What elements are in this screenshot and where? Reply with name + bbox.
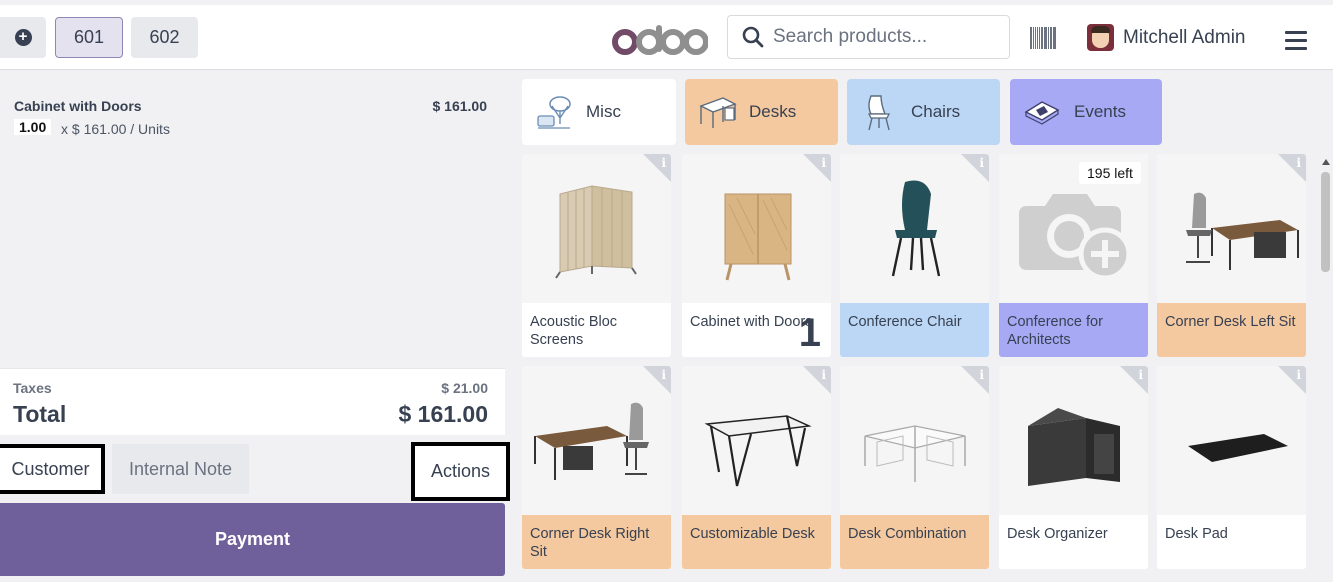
- product-card[interactable]: Customizable Desk i: [682, 366, 831, 569]
- chair-category-icon: [867, 95, 891, 131]
- hamburger-menu-icon[interactable]: [1285, 31, 1307, 55]
- new-order-button[interactable]: +: [0, 17, 46, 58]
- ticket-category-icon: [1024, 101, 1060, 125]
- internal-note-button[interactable]: Internal Note: [112, 444, 249, 494]
- info-icon[interactable]: [961, 366, 989, 394]
- stock-badge: 195 left: [1079, 162, 1141, 184]
- info-icon-glyph: i: [821, 156, 826, 170]
- product-card[interactable]: Corner Desk Left Sit i: [1157, 154, 1306, 357]
- product-name: Desk Combination: [840, 515, 989, 569]
- info-icon[interactable]: [1278, 154, 1306, 182]
- customer-button[interactable]: Customer: [0, 444, 105, 494]
- total-value: $ 161.00: [398, 401, 488, 427]
- conference-chair-image: [891, 180, 940, 276]
- product-scrollbar[interactable]: [1318, 157, 1332, 582]
- info-icon[interactable]: [961, 154, 989, 182]
- info-icon-glyph: i: [1296, 156, 1301, 170]
- info-icon[interactable]: [803, 366, 831, 394]
- order-line-unit-price: x $ 161.00 / Units: [61, 121, 170, 137]
- search-input[interactable]: [773, 26, 993, 48]
- category-chairs[interactable]: Chairs: [847, 79, 1000, 145]
- category-label: Chairs: [911, 102, 961, 121]
- product-name: Acoustic Bloc Screens: [522, 303, 671, 357]
- cabinet-image: [724, 193, 791, 280]
- info-icon-glyph: i: [661, 156, 666, 170]
- desk-combination-image: [863, 424, 966, 482]
- product-name: Customizable Desk: [682, 515, 831, 569]
- category-events[interactable]: Events: [1010, 79, 1162, 145]
- product-card[interactable]: Desk Pad i: [1157, 366, 1306, 569]
- order-totals: Taxes $ 21.00 Total $ 161.00: [0, 368, 505, 435]
- search-icon: [742, 26, 764, 48]
- user-menu[interactable]: Mitchell Admin: [1087, 24, 1246, 51]
- category-label: Desks: [749, 102, 797, 121]
- total-label: Total: [13, 401, 67, 427]
- product-card[interactable]: Acoustic Bloc Screens i: [522, 154, 671, 357]
- product-card[interactable]: Desk Organizer i: [999, 366, 1148, 569]
- info-icon[interactable]: [643, 366, 671, 394]
- info-icon[interactable]: [1278, 366, 1306, 394]
- product-name: Conference Chair: [840, 303, 989, 357]
- product-name: Conference for Architects: [999, 303, 1148, 357]
- user-name: Mitchell Admin: [1123, 26, 1246, 48]
- barcode-icon[interactable]: [1030, 27, 1056, 49]
- product-search[interactable]: [727, 15, 1010, 59]
- corner-desk-left-image: [1185, 192, 1299, 270]
- product-name: Corner Desk Left Sit: [1157, 303, 1306, 357]
- payment-button[interactable]: Payment: [0, 503, 505, 576]
- desk-pad-image: [1187, 433, 1288, 462]
- info-icon[interactable]: [643, 154, 671, 182]
- odoo-logo: [612, 25, 709, 60]
- info-icon[interactable]: [803, 154, 831, 182]
- scroll-up-icon[interactable]: [1322, 159, 1330, 165]
- desk-organizer-image: [1027, 407, 1120, 486]
- info-icon[interactable]: [1120, 366, 1148, 394]
- odoo-logo-mark: [612, 25, 709, 55]
- product-card[interactable]: 195 left Conference for Architects: [999, 154, 1148, 357]
- camera-placeholder-icon: [1018, 193, 1131, 280]
- customizable-desk-image: [704, 414, 812, 486]
- order-line-qty: 1.00: [14, 119, 52, 135]
- order-lines: Cabinet with Doors $ 161.00 1.00 x $ 161…: [0, 79, 505, 368]
- cart-quantity: 1: [798, 311, 821, 355]
- category-misc[interactable]: Misc: [522, 79, 676, 145]
- order-tab-601[interactable]: 601: [55, 17, 123, 58]
- order-line-name: Cabinet with Doors: [14, 98, 142, 114]
- info-icon-glyph: i: [661, 368, 666, 382]
- actions-button[interactable]: Actions: [411, 442, 510, 501]
- info-icon-glyph: i: [1138, 368, 1143, 382]
- product-card[interactable]: Cabinet with Doors 1 i: [682, 154, 831, 357]
- info-icon-glyph: i: [979, 156, 984, 170]
- scrollbar-thumb[interactable]: [1321, 172, 1330, 272]
- desk-category-icon: [699, 97, 737, 128]
- corner-desk-right-image: [533, 402, 649, 480]
- order-line[interactable]: Cabinet with Doors $ 161.00 1.00 x $ 161…: [0, 79, 505, 139]
- plus-icon: +: [14, 29, 32, 46]
- category-label: Misc: [586, 102, 621, 121]
- taxes-value: $ 21.00: [441, 380, 488, 396]
- product-name: Corner Desk Right Sit: [522, 515, 671, 569]
- info-icon-glyph: i: [821, 368, 826, 382]
- product-name: Desk Pad: [1157, 515, 1306, 569]
- category-label: Events: [1074, 102, 1126, 121]
- info-icon-glyph: i: [979, 368, 984, 382]
- product-card[interactable]: Conference Chair i: [840, 154, 989, 357]
- product-card[interactable]: Desk Combination i: [840, 366, 989, 569]
- taxes-label: Taxes: [13, 380, 52, 396]
- order-line-price: $ 161.00: [432, 98, 488, 114]
- misc-category-icon: [537, 96, 571, 129]
- top-bar: + 601 602 Mitchell Admin: [0, 0, 1333, 70]
- acoustic-screen-image: [554, 184, 637, 279]
- product-name: Desk Organizer: [999, 515, 1148, 569]
- product-card[interactable]: Corner Desk Right Sit i: [522, 366, 671, 569]
- order-tab-602[interactable]: 602: [131, 17, 198, 58]
- avatar: [1087, 24, 1114, 51]
- info-icon-glyph: i: [1296, 368, 1301, 382]
- category-desks[interactable]: Desks: [685, 79, 838, 145]
